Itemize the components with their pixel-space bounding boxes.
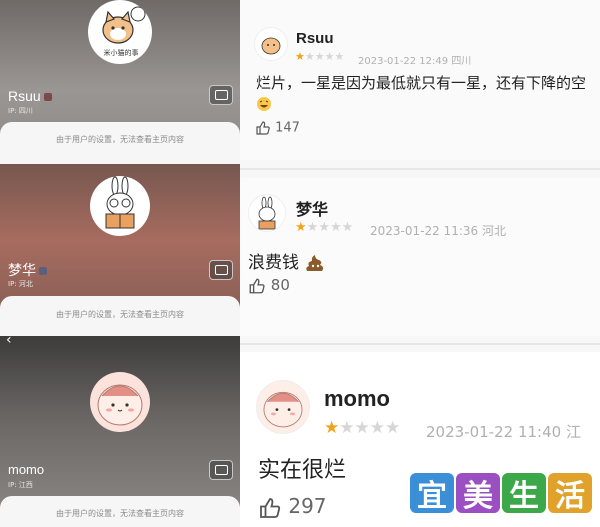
comment-avatar[interactable] bbox=[256, 380, 310, 434]
back-arrow-icon[interactable]: ‹ bbox=[6, 332, 12, 348]
star-icon: ★ bbox=[385, 418, 401, 438]
comment-avatar[interactable] bbox=[248, 194, 286, 232]
username-text: momo bbox=[8, 462, 45, 477]
watermark-char: 美 bbox=[456, 473, 500, 514]
comment-text: 浪费钱 bbox=[248, 248, 326, 273]
watermark-char: 活 bbox=[548, 473, 592, 514]
star-icon: ★ bbox=[339, 418, 355, 438]
comment-card: Rsuu ★★★★★ 2023-01-22 12:49 四川 烂片，一星是因为最… bbox=[240, 0, 600, 160]
comment-meta: 2023-01-22 11:36 河北 bbox=[370, 222, 506, 239]
comment-date: 2023-01-22 11:36 bbox=[370, 224, 479, 238]
star-icon: ★ bbox=[329, 220, 342, 235]
ip-location: IP: 河北 bbox=[8, 280, 33, 288]
like-count: 80 bbox=[270, 276, 290, 294]
star-rating: ★★★★★ bbox=[295, 220, 353, 235]
profile-username: Rsuu bbox=[8, 88, 52, 104]
comment-text-body: 浪费钱 bbox=[248, 253, 299, 273]
message-button[interactable] bbox=[209, 460, 233, 480]
comment-date: 2023-01-22 12:49 bbox=[358, 56, 449, 67]
comment-avatar[interactable] bbox=[254, 27, 288, 61]
watermark-char: 宜 bbox=[410, 473, 454, 514]
avatar[interactable] bbox=[90, 176, 150, 236]
star-icon: ★ bbox=[324, 418, 340, 438]
profile-username: 梦华 bbox=[8, 260, 47, 280]
cat-avatar-icon bbox=[261, 37, 281, 55]
star-icon: ★ bbox=[369, 418, 385, 438]
thumbs-up-icon bbox=[249, 278, 265, 293]
privacy-notice-sheet: 由于用户的设置，无法查看主页内容 bbox=[0, 496, 240, 527]
star-icon: ★ bbox=[354, 418, 370, 438]
avatar[interactable] bbox=[90, 372, 150, 432]
thumbs-up-icon bbox=[260, 497, 281, 518]
comment-region: 江 bbox=[565, 423, 581, 441]
profile-panel-menghua: 梦华 IP: 河北 由于用户的设置，无法查看主页内容 bbox=[0, 164, 240, 336]
message-button[interactable] bbox=[209, 260, 233, 280]
comment-username[interactable]: 梦华 bbox=[296, 196, 328, 220]
star-icon: ★ bbox=[334, 50, 345, 63]
like-count: 147 bbox=[275, 120, 300, 136]
like-button[interactable]: 297 bbox=[258, 494, 327, 520]
review-comments: Rsuu ★★★★★ 2023-01-22 12:49 四川 烂片，一星是因为最… bbox=[240, 0, 600, 527]
avatar[interactable]: 米小猫的事 bbox=[88, 0, 152, 64]
username-text: Rsuu bbox=[8, 88, 41, 104]
divider bbox=[240, 343, 600, 345]
star-icon: ★ bbox=[295, 50, 305, 63]
star-icon: ★ bbox=[341, 220, 354, 235]
profile-panel-momo: momo IP: 江西 由于用户的设置，无法查看主页内容 bbox=[0, 336, 240, 527]
star-icon: ★ bbox=[324, 50, 335, 63]
comment-date: 2023-01-22 11:40 bbox=[426, 423, 562, 441]
profile-panel-rsuu: 米小猫的事 Rsuu IP: 四川 由于用户的设置，无法查看主页内容 bbox=[0, 0, 240, 164]
star-icon: ★ bbox=[304, 50, 315, 63]
privacy-notice: 由于用户的设置，无法查看主页内容 bbox=[56, 509, 184, 518]
comment-card: 梦华 ★★★★★ 2023-01-22 11:36 河北 浪费钱 80 bbox=[240, 178, 600, 336]
ip-location: IP: 四川 bbox=[8, 107, 33, 115]
star-rating: ★★★★★ bbox=[324, 418, 400, 438]
comment-text: 烂片，一星是因为最低就只有一星，还有下降的空 bbox=[256, 74, 587, 92]
laughing-emoji-icon bbox=[256, 96, 272, 116]
peach-face-icon bbox=[263, 391, 303, 428]
star-icon: ★ bbox=[314, 50, 325, 63]
star-icon: ★ bbox=[295, 220, 307, 235]
comment-region: 河北 bbox=[481, 224, 506, 238]
privacy-notice: 由于用户的设置，无法查看主页内容 bbox=[56, 310, 184, 319]
watermark-logo: 宜 美 生 活 bbox=[410, 473, 592, 514]
rabbit-reading-icon bbox=[258, 196, 276, 230]
privacy-notice: 由于用户的设置，无法查看主页内容 bbox=[56, 135, 184, 144]
privacy-notice-sheet: 由于用户的设置，无法查看主页内容 bbox=[0, 296, 240, 336]
watermark-char: 生 bbox=[502, 473, 546, 514]
comment-username[interactable]: Rsuu bbox=[296, 30, 334, 47]
ip-location: IP: 江西 bbox=[8, 481, 33, 489]
comment-region: 四川 bbox=[451, 56, 472, 67]
peach-face-icon bbox=[97, 384, 143, 426]
avatar-caption: 米小猫的事 bbox=[103, 49, 139, 57]
rabbit-reading-icon bbox=[105, 176, 135, 229]
star-icon: ★ bbox=[318, 220, 330, 235]
privacy-notice-sheet: 由于用户的设置，无法查看主页内容 bbox=[0, 122, 240, 164]
profile-screenshots: 米小猫的事 Rsuu IP: 四川 由于用户的设置，无法查看主页内容 梦华 IP… bbox=[0, 0, 240, 527]
star-rating: ★★★★★ bbox=[295, 50, 344, 63]
star-icon: ★ bbox=[306, 220, 319, 235]
comment-meta: 2023-01-22 12:49 四川 bbox=[358, 52, 471, 67]
comment-meta: 2023-01-22 11:40 江 bbox=[426, 421, 581, 442]
divider bbox=[240, 168, 600, 170]
message-button[interactable] bbox=[209, 85, 233, 105]
thumbs-up-icon bbox=[256, 121, 270, 135]
level-badge-icon bbox=[39, 267, 47, 276]
like-button[interactable]: 147 bbox=[255, 120, 300, 136]
poop-emoji-icon bbox=[306, 255, 324, 271]
like-count: 297 bbox=[288, 494, 327, 518]
comment-text: 实在很烂 bbox=[258, 458, 347, 483]
like-button[interactable]: 80 bbox=[248, 276, 290, 295]
comment-username[interactable]: momo bbox=[324, 386, 390, 412]
level-badge-icon bbox=[43, 93, 52, 102]
username-text: 梦华 bbox=[8, 262, 36, 278]
profile-username: momo bbox=[8, 462, 44, 477]
